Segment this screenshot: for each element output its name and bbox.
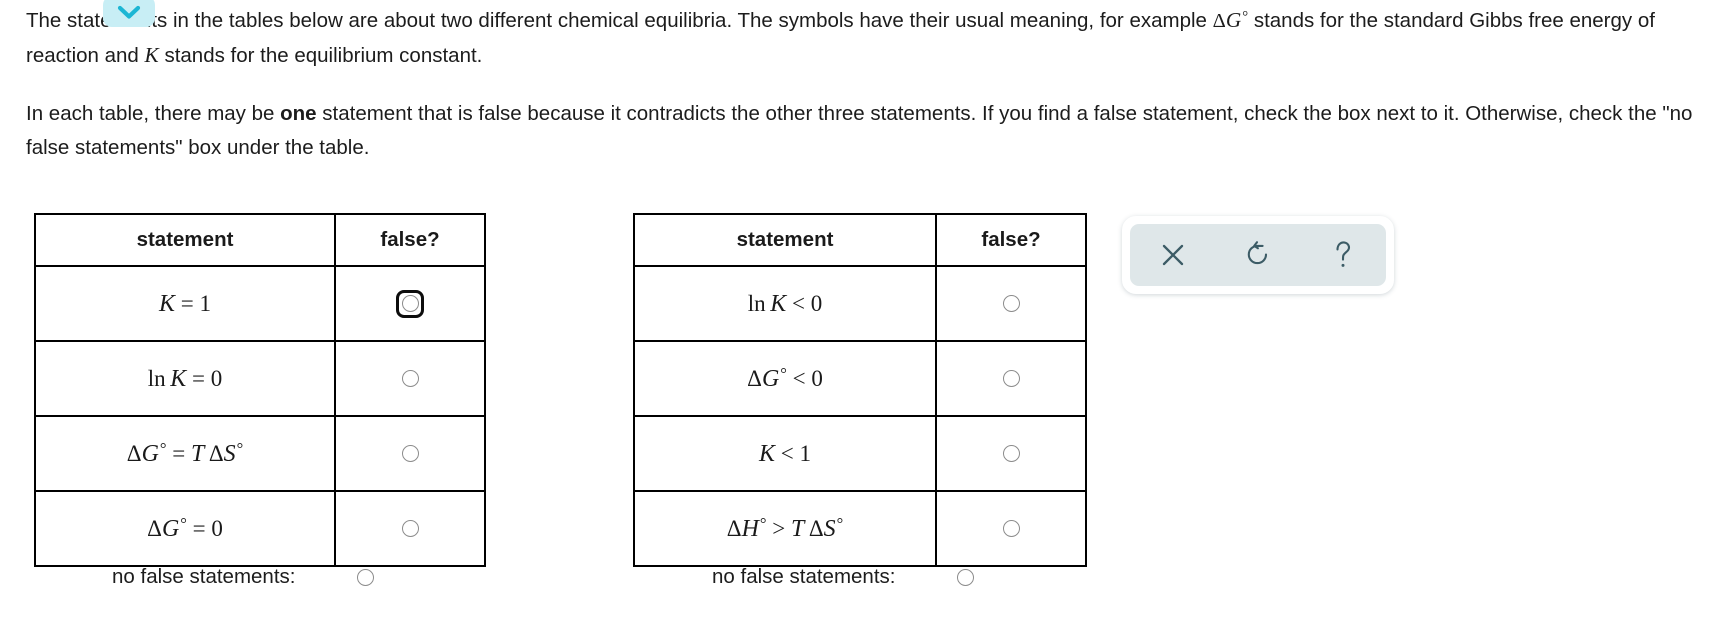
table-row: ln K < 0 [633, 265, 1087, 342]
help-icon [1331, 239, 1355, 271]
table-header-row: statement false? [633, 213, 1087, 267]
intro-p2-part-a: In each table, there may be [26, 102, 281, 126]
statement-cell: K = 1 [34, 265, 336, 342]
table-row: ΔG° = T ΔS° [34, 415, 486, 492]
table-block-1: statement false? K = 1 ln K = 0 ΔG° = T … [34, 213, 486, 567]
intro-text: The statements in the tables below are a… [26, 0, 1716, 165]
table-row: ΔG° < 0 [633, 340, 1087, 417]
false-radio-cell[interactable] [334, 265, 486, 342]
close-icon [1159, 241, 1187, 269]
intro-p2-emphasis: one [280, 102, 317, 126]
column-header-false: false? [334, 213, 486, 267]
table-row: K = 1 [34, 265, 486, 342]
chevron-down-badge[interactable] [103, 0, 155, 27]
intro-p1-part-b: ts in the tables below are about two dif… [151, 9, 1213, 33]
no-false-statements-radio[interactable] [957, 568, 975, 586]
false-radio-button[interactable] [1002, 369, 1020, 387]
intro-paragraph-1: The statements in the tables below are a… [26, 0, 1716, 73]
statement-cell: ln K = 0 [34, 340, 336, 417]
statement-formula: ΔG° = T ΔS° [126, 439, 244, 467]
false-radio-button[interactable] [401, 295, 419, 312]
statement-formula: ΔH° > T ΔS° [726, 514, 844, 542]
false-radio-cell[interactable] [334, 415, 486, 492]
false-radio-button[interactable] [401, 369, 419, 387]
table-row: ΔH° > T ΔS° [633, 490, 1087, 567]
help-button[interactable] [1316, 228, 1370, 282]
radio-focus-ring[interactable] [396, 289, 424, 318]
column-header-statement: statement [34, 213, 336, 267]
close-button[interactable] [1146, 228, 1200, 282]
false-radio-button[interactable] [1002, 294, 1020, 312]
false-radio-button[interactable] [1002, 519, 1020, 537]
false-radio-button[interactable] [401, 519, 419, 537]
false-radio-cell[interactable] [334, 340, 486, 417]
symbol-k-inline-1: K [144, 43, 159, 68]
false-radio-cell[interactable] [935, 340, 1087, 417]
no-false-statements-radio[interactable] [357, 568, 375, 586]
false-radio-cell[interactable] [935, 490, 1087, 567]
table-row: ΔG° = 0 [34, 490, 486, 567]
statement-formula: ΔG° = 0 [147, 514, 223, 542]
statement-formula: ln K < 0 [747, 290, 823, 317]
table-block-2: statement false? ln K < 0 ΔG° < 0 K < 1 … [633, 213, 1087, 567]
symbol-delta-g-inline-1: ΔG° [1212, 8, 1249, 33]
statement-cell: ln K < 0 [633, 265, 937, 342]
statement-cell: ΔG° = 0 [34, 490, 336, 567]
false-radio-cell[interactable] [334, 490, 486, 567]
statement-formula: K < 1 [759, 440, 811, 467]
false-radio-cell[interactable] [935, 265, 1087, 342]
no-false-statements-label: no false statements: [712, 565, 896, 588]
false-radio-cell[interactable] [935, 415, 1087, 492]
table-row: K < 1 [633, 415, 1087, 492]
chevron-down-icon [117, 4, 141, 20]
no-false-statements-row-1: no false statements: [112, 565, 375, 589]
statement-formula: K = 1 [159, 290, 211, 317]
column-header-false: false? [935, 213, 1087, 267]
statement-cell: ΔG° = T ΔS° [34, 415, 336, 492]
intro-p1-part-d: stands for the equilibrium constant. [158, 44, 483, 68]
column-header-statement: statement [633, 213, 937, 267]
intro-p1-part-a: The sta [26, 9, 95, 33]
statement-table-1: statement false? K = 1 ln K = 0 ΔG° = T … [34, 213, 486, 567]
table-header-row: statement false? [34, 213, 486, 267]
false-radio-button[interactable] [1002, 444, 1020, 462]
no-false-statements-label: no false statements: [112, 565, 296, 588]
no-false-statements-row-2: no false statements: [712, 565, 975, 589]
statement-cell: ΔG° < 0 [633, 340, 937, 417]
reset-icon [1244, 240, 1272, 270]
intro-paragraph-2: In each table, there may be one statemen… [26, 97, 1716, 165]
reset-button[interactable] [1231, 228, 1285, 282]
tool-panel [1122, 216, 1394, 294]
statement-table-2: statement false? ln K < 0 ΔG° < 0 K < 1 … [633, 213, 1087, 567]
table-row: ln K = 0 [34, 340, 486, 417]
statement-cell: ΔH° > T ΔS° [633, 490, 937, 567]
statement-formula: ΔG° < 0 [747, 364, 823, 392]
statement-formula: ln K = 0 [147, 365, 223, 392]
false-radio-button[interactable] [401, 444, 419, 462]
tool-panel-inner [1130, 224, 1386, 286]
statement-cell: K < 1 [633, 415, 937, 492]
